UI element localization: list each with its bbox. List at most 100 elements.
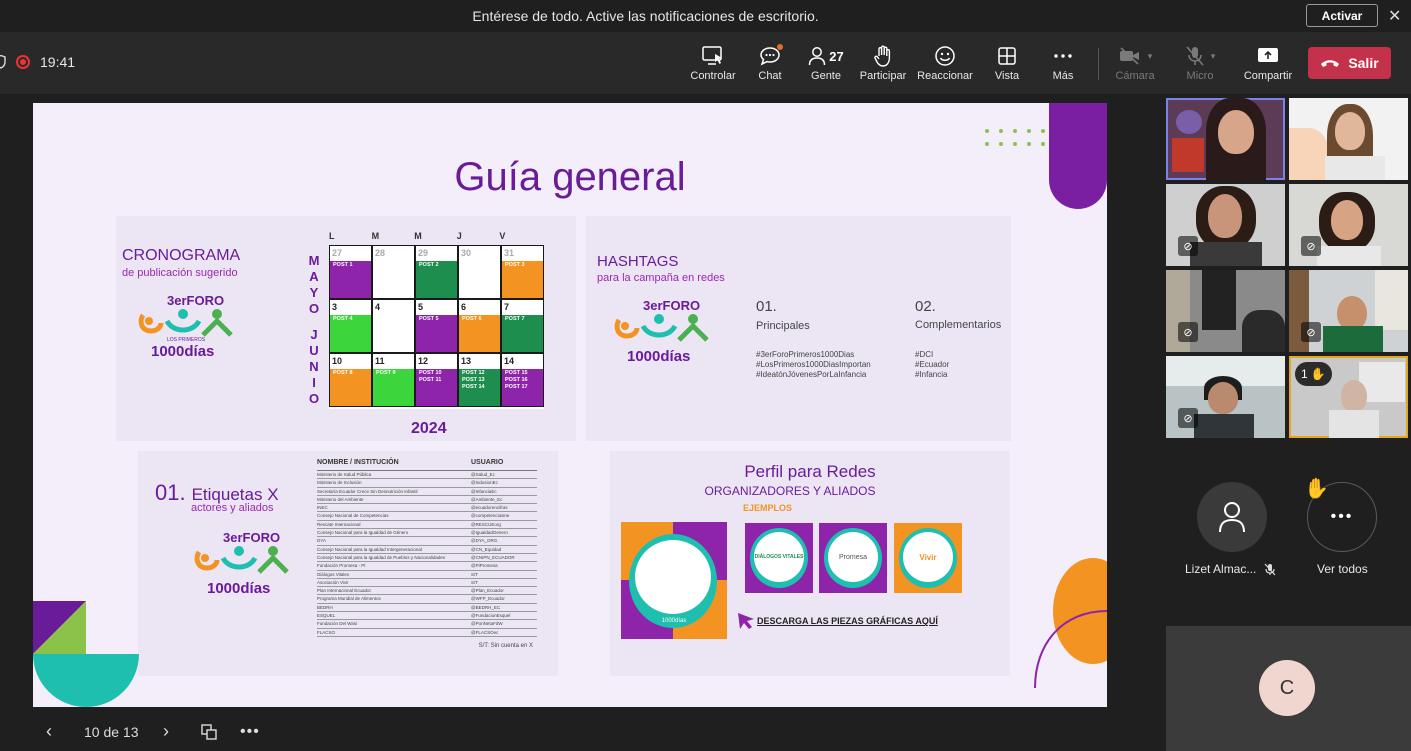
share-icon bbox=[1258, 48, 1278, 62]
chat-button[interactable]: Chat bbox=[740, 42, 800, 82]
day-header: L bbox=[329, 231, 335, 241]
slide-overview-icon[interactable] bbox=[200, 723, 218, 741]
hashtags-col2-list: #DCI #Ecuador #Infancia bbox=[915, 350, 949, 380]
control-label: Controlar bbox=[690, 70, 736, 82]
control-button[interactable]: Controlar bbox=[683, 42, 743, 82]
etiquetas-subheading: actores y aliados bbox=[191, 502, 274, 514]
chevron-left-icon[interactable]: ‹ bbox=[46, 721, 52, 742]
badge-promesa: Promesa bbox=[819, 523, 887, 593]
participant-tile-large[interactable]: C bbox=[1166, 626, 1411, 751]
calendar-cell: 4 bbox=[372, 299, 415, 353]
calendar-cell: 10 POST 8 bbox=[329, 353, 372, 407]
see-all-label[interactable]: Ver todos bbox=[1317, 562, 1368, 576]
day-header: J bbox=[456, 231, 462, 241]
activate-button[interactable]: Activar bbox=[1306, 4, 1378, 27]
unread-dot-icon bbox=[777, 44, 783, 50]
calendar-day-number: 4 bbox=[375, 302, 381, 312]
hashtag-item: #LosPrimeros1000DiasImportan bbox=[756, 360, 871, 369]
table-cell-user: @FLACSOec bbox=[471, 629, 499, 635]
people-logo-icon bbox=[138, 309, 233, 337]
participant-tile[interactable]: ⊘ bbox=[1289, 184, 1408, 266]
participant-name: Lizet Almac... bbox=[1185, 562, 1276, 576]
calendar: L M M J V M A Y O J U N I O 27 POST 1 28 29… bbox=[303, 231, 548, 411]
table-cell-user: @Salud_Ec bbox=[471, 472, 495, 477]
grid-view-icon bbox=[998, 47, 1016, 65]
participant-tile[interactable]: ⊘ bbox=[1166, 270, 1285, 352]
table-cell-user: @PiPromesa bbox=[471, 563, 498, 569]
mic-off-icon: ⊘ bbox=[1178, 236, 1198, 256]
participant-tile[interactable] bbox=[1289, 98, 1408, 180]
calendar-post-label: POST 14 bbox=[462, 384, 485, 390]
table-cell-name: Fundación Del Wasi bbox=[317, 621, 358, 627]
calendar-cell: 7 POST 7 bbox=[501, 299, 544, 353]
table-row: Consejo Nacional para la Igualdad Interg… bbox=[317, 546, 537, 554]
table-cell-name: Ministerio del Ambiente bbox=[317, 496, 364, 502]
participant-tile[interactable]: ⊘ bbox=[1166, 356, 1285, 438]
day-header: M bbox=[371, 231, 380, 241]
month-letter: O bbox=[308, 391, 320, 406]
calendar-post-label: POST 2 bbox=[419, 262, 439, 268]
calendar-cell: 30 bbox=[458, 245, 501, 299]
day-header: M bbox=[414, 231, 422, 241]
view-button[interactable]: Vista bbox=[977, 42, 1037, 82]
camera-button[interactable]: ▾ Cámara bbox=[1105, 42, 1165, 82]
chevron-down-icon[interactable]: ▾ bbox=[1148, 51, 1153, 62]
participant-tile[interactable]: 1 ✋ bbox=[1289, 356, 1408, 438]
table-cell-name: Rescate Internacional bbox=[317, 521, 361, 527]
table-cell-user: @InfanciaEc bbox=[471, 488, 497, 494]
calendar-day-number: 6 bbox=[461, 302, 467, 312]
hashtags-col1-num: 01. bbox=[756, 298, 777, 315]
calendar-day-number: 14 bbox=[504, 356, 515, 366]
download-link[interactable]: DESCARGA LAS PIEZAS GRÁFICAS AQUÍ bbox=[757, 616, 938, 626]
raise-hand-icon: ✋ bbox=[1304, 478, 1329, 500]
calendar-post-block: POST 5 bbox=[416, 315, 457, 352]
mic-button[interactable]: ▾ Micro bbox=[1170, 42, 1230, 82]
mic-off-icon bbox=[1186, 46, 1204, 66]
more-icon[interactable]: ••• bbox=[240, 723, 260, 741]
slide-title: Guía general bbox=[454, 155, 686, 199]
calendar-day-number: 27 bbox=[332, 248, 343, 258]
participant-tile[interactable]: ⊘ bbox=[1166, 184, 1285, 266]
more-button[interactable]: Más bbox=[1033, 42, 1093, 82]
react-button[interactable]: Reaccionar bbox=[915, 42, 975, 82]
table-cell-name: FLACSO bbox=[317, 629, 336, 635]
slide-navigation: ‹ 10 de 13 › ••• bbox=[0, 712, 1150, 751]
avatar[interactable] bbox=[1197, 482, 1267, 552]
badge-text: DIÁLOGOS VITALES bbox=[754, 532, 804, 582]
table-row: DYA @DYA_ORG bbox=[317, 537, 537, 546]
mic-label: Micro bbox=[1186, 70, 1214, 82]
chevron-down-icon[interactable]: ▾ bbox=[1211, 51, 1216, 62]
people-button[interactable]: 27 Gente bbox=[796, 42, 856, 82]
month-letter: Y bbox=[309, 285, 319, 300]
calendar-post-block: POST 2 bbox=[416, 261, 457, 298]
calendar-post-label: POST 10 bbox=[419, 370, 442, 376]
hashtag-item: #3erForoPrimeros1000Dias bbox=[756, 350, 855, 359]
foro-logo-text: 3erFORO bbox=[167, 293, 225, 308]
calendar-post-label: POST 15 bbox=[505, 370, 528, 376]
foro-logo-text: 3erFORO bbox=[643, 298, 701, 313]
raise-hand-button[interactable]: Participar bbox=[853, 42, 913, 82]
calendar-day-number: 30 bbox=[461, 248, 472, 258]
calendar-cell: 13 POST 12 POST 13 POST 14 bbox=[458, 353, 501, 407]
calendar-grid: 27 POST 1 28 29 POST 2 30 31 POST 3 3 POST 4 4 5 POS… bbox=[329, 245, 544, 409]
participant-name-label: Lizet Almac... bbox=[1185, 562, 1257, 576]
chevron-right-icon[interactable]: › bbox=[163, 721, 169, 742]
calendar-post-block bbox=[459, 261, 500, 298]
month-letter: O bbox=[308, 301, 320, 316]
monitor-pointer-icon bbox=[702, 46, 722, 65]
participant-tile[interactable]: ⊘ bbox=[1289, 270, 1408, 352]
table-cell-user: @CNIPN_ECUADOR bbox=[471, 554, 515, 560]
share-button[interactable]: Compartir bbox=[1238, 42, 1298, 82]
participant-tile[interactable] bbox=[1166, 98, 1285, 180]
leave-button[interactable]: Salir bbox=[1308, 47, 1391, 79]
month-junio: J U N I O bbox=[307, 327, 321, 407]
table-cell-name: Consejo Nacional para la Igualdad de Gén… bbox=[317, 530, 409, 536]
smiley-icon bbox=[935, 46, 955, 66]
calendar-post-label: POST 13 bbox=[462, 377, 485, 383]
notification-bar: Entérese de todo. Active las notificacio… bbox=[0, 0, 1411, 32]
close-icon[interactable]: ✕ bbox=[1388, 6, 1401, 26]
hashtags-col2-num: 02. bbox=[915, 298, 936, 315]
table-row: FLACSO @FLACSOec bbox=[317, 629, 537, 637]
table-cell-user: @competenciasine bbox=[471, 513, 510, 519]
calendar-day-number: 13 bbox=[461, 356, 472, 366]
